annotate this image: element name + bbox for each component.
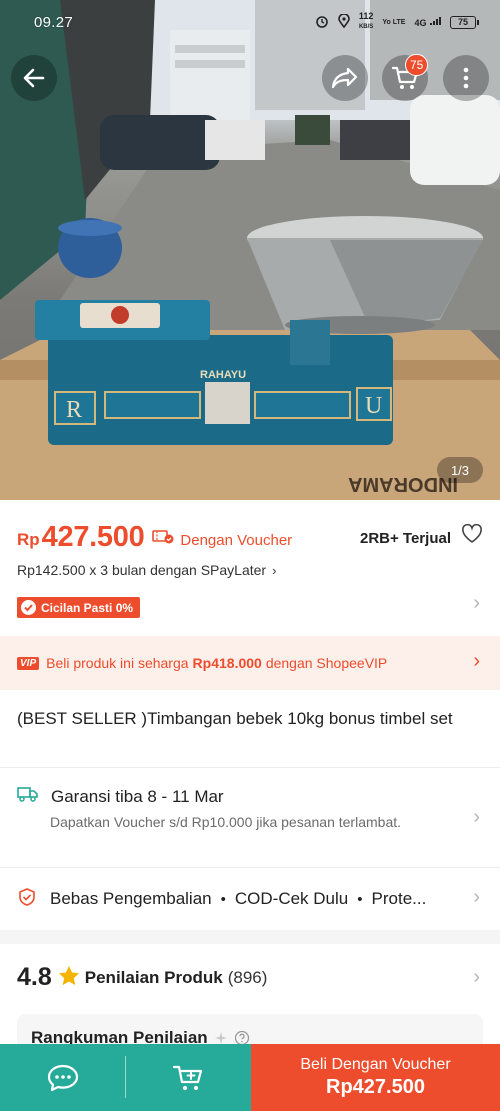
guarantee-cod: COD-Cek Dulu — [234, 889, 349, 908]
voucher-icon — [152, 528, 174, 549]
back-arrow-icon — [23, 68, 45, 88]
paylater-text: Rp142.500 x 3 bulan dengan SPayLater — [17, 562, 267, 578]
guarantee-return: Bebas Pengembalian — [50, 889, 212, 908]
battery-icon: 75 — [450, 15, 479, 29]
buy-label: Beli Dengan Voucher — [300, 1056, 451, 1073]
signal-label: 4G — [414, 16, 441, 28]
shipping-title: Garansi tiba 8 - 11 Mar — [51, 786, 224, 806]
guarantee-row[interactable]: Bebas Pengembalian • COD-Cek Dulu • Prot… — [0, 868, 500, 930]
bottom-action-bar: Beli Dengan Voucher Rp427.500 — [0, 1044, 500, 1111]
price-section: Rp 427.500 Dengan Voucher 2RB+ Terjual R… — [0, 500, 500, 636]
product-title: (BEST SELLER )Timbangan bebek 10kg bonus… — [0, 690, 500, 768]
chevron-right-icon: › — [272, 562, 277, 578]
svg-text:RAHAYU: RAHAYU — [200, 369, 246, 381]
price-amount: 427.500 — [41, 521, 145, 553]
voucher-label: Dengan Voucher — [180, 532, 293, 549]
price-currency: Rp — [17, 530, 40, 549]
shopee-vip-banner[interactable]: VIP Beli produk ini seharga Rp418.000 de… — [0, 636, 500, 690]
star-icon — [58, 965, 80, 991]
share-icon — [331, 67, 358, 89]
share-button[interactable] — [322, 55, 368, 101]
cart-count-badge: 75 — [405, 54, 429, 76]
chat-icon — [47, 1064, 78, 1091]
back-button[interactable] — [11, 55, 57, 101]
more-icon — [463, 67, 469, 89]
shipping-chevron-icon: › — [473, 806, 480, 828]
vip-price: Rp418.000 — [192, 655, 262, 671]
add-to-cart-button[interactable] — [126, 1044, 251, 1111]
rating-chevron-icon: › — [473, 966, 480, 988]
check-icon — [21, 600, 36, 615]
cicilan-chevron-icon[interactable]: › — [473, 592, 480, 615]
vip-badge: VIP — [17, 656, 40, 670]
shield-icon — [17, 887, 37, 912]
guarantee-protection: Prote... — [371, 889, 427, 908]
product-image[interactable]: INDORAMA R U RAHAYU 09.27 112 KB/S Yo LT… — [0, 0, 500, 500]
signal-icon — [430, 17, 441, 25]
svg-text:R: R — [66, 397, 82, 423]
paylater-link[interactable]: Rp142.500 x 3 bulan dengan SPayLater › — [17, 562, 483, 578]
svg-text:U: U — [365, 393, 382, 419]
truck-icon — [17, 786, 39, 807]
rating-count: (896) — [227, 967, 268, 987]
cicilan-badge: Cicilan Pasti 0% — [17, 597, 141, 618]
image-counter: 1/3 — [437, 457, 483, 483]
more-button[interactable] — [443, 55, 489, 101]
sparkle-icon — [214, 1032, 227, 1044]
network-speed: 112 KB/S — [358, 11, 374, 31]
alarm-icon — [315, 14, 329, 31]
heart-icon — [462, 523, 482, 543]
shipping-subtitle: Dapatkan Voucher s/d Rp10.000 jika pesan… — [50, 814, 402, 830]
location-icon — [338, 12, 350, 31]
cicilan-label: Cicilan Pasti 0% — [41, 600, 134, 615]
buy-with-voucher-button[interactable]: Beli Dengan Voucher Rp427.500 — [251, 1044, 500, 1111]
sold-count: 2RB+ Terjual — [359, 530, 451, 547]
volte-label: Yo LTE — [382, 18, 406, 26]
chat-button[interactable] — [0, 1044, 125, 1111]
rating-value: 4.8 — [17, 963, 52, 991]
rating-label: Penilaian Produk — [84, 967, 223, 987]
guarantee-chevron-icon: › — [473, 886, 480, 908]
status-bar: 09.27 112 KB/S Yo LTE 4G 75 — [0, 0, 500, 44]
status-time: 09.27 — [34, 13, 74, 31]
vip-prefix: Beli produk ini seharga — [46, 655, 189, 671]
vip-chevron-icon: › — [473, 650, 480, 672]
add-to-cart-icon — [172, 1065, 202, 1090]
shipping-guarantee[interactable]: Garansi tiba 8 - 11 Mar Dapatkan Voucher… — [0, 768, 500, 868]
favorite-button[interactable] — [461, 523, 483, 549]
vip-suffix: dengan ShopeeVIP — [265, 655, 388, 671]
buy-price: Rp427.500 — [326, 1076, 425, 1098]
